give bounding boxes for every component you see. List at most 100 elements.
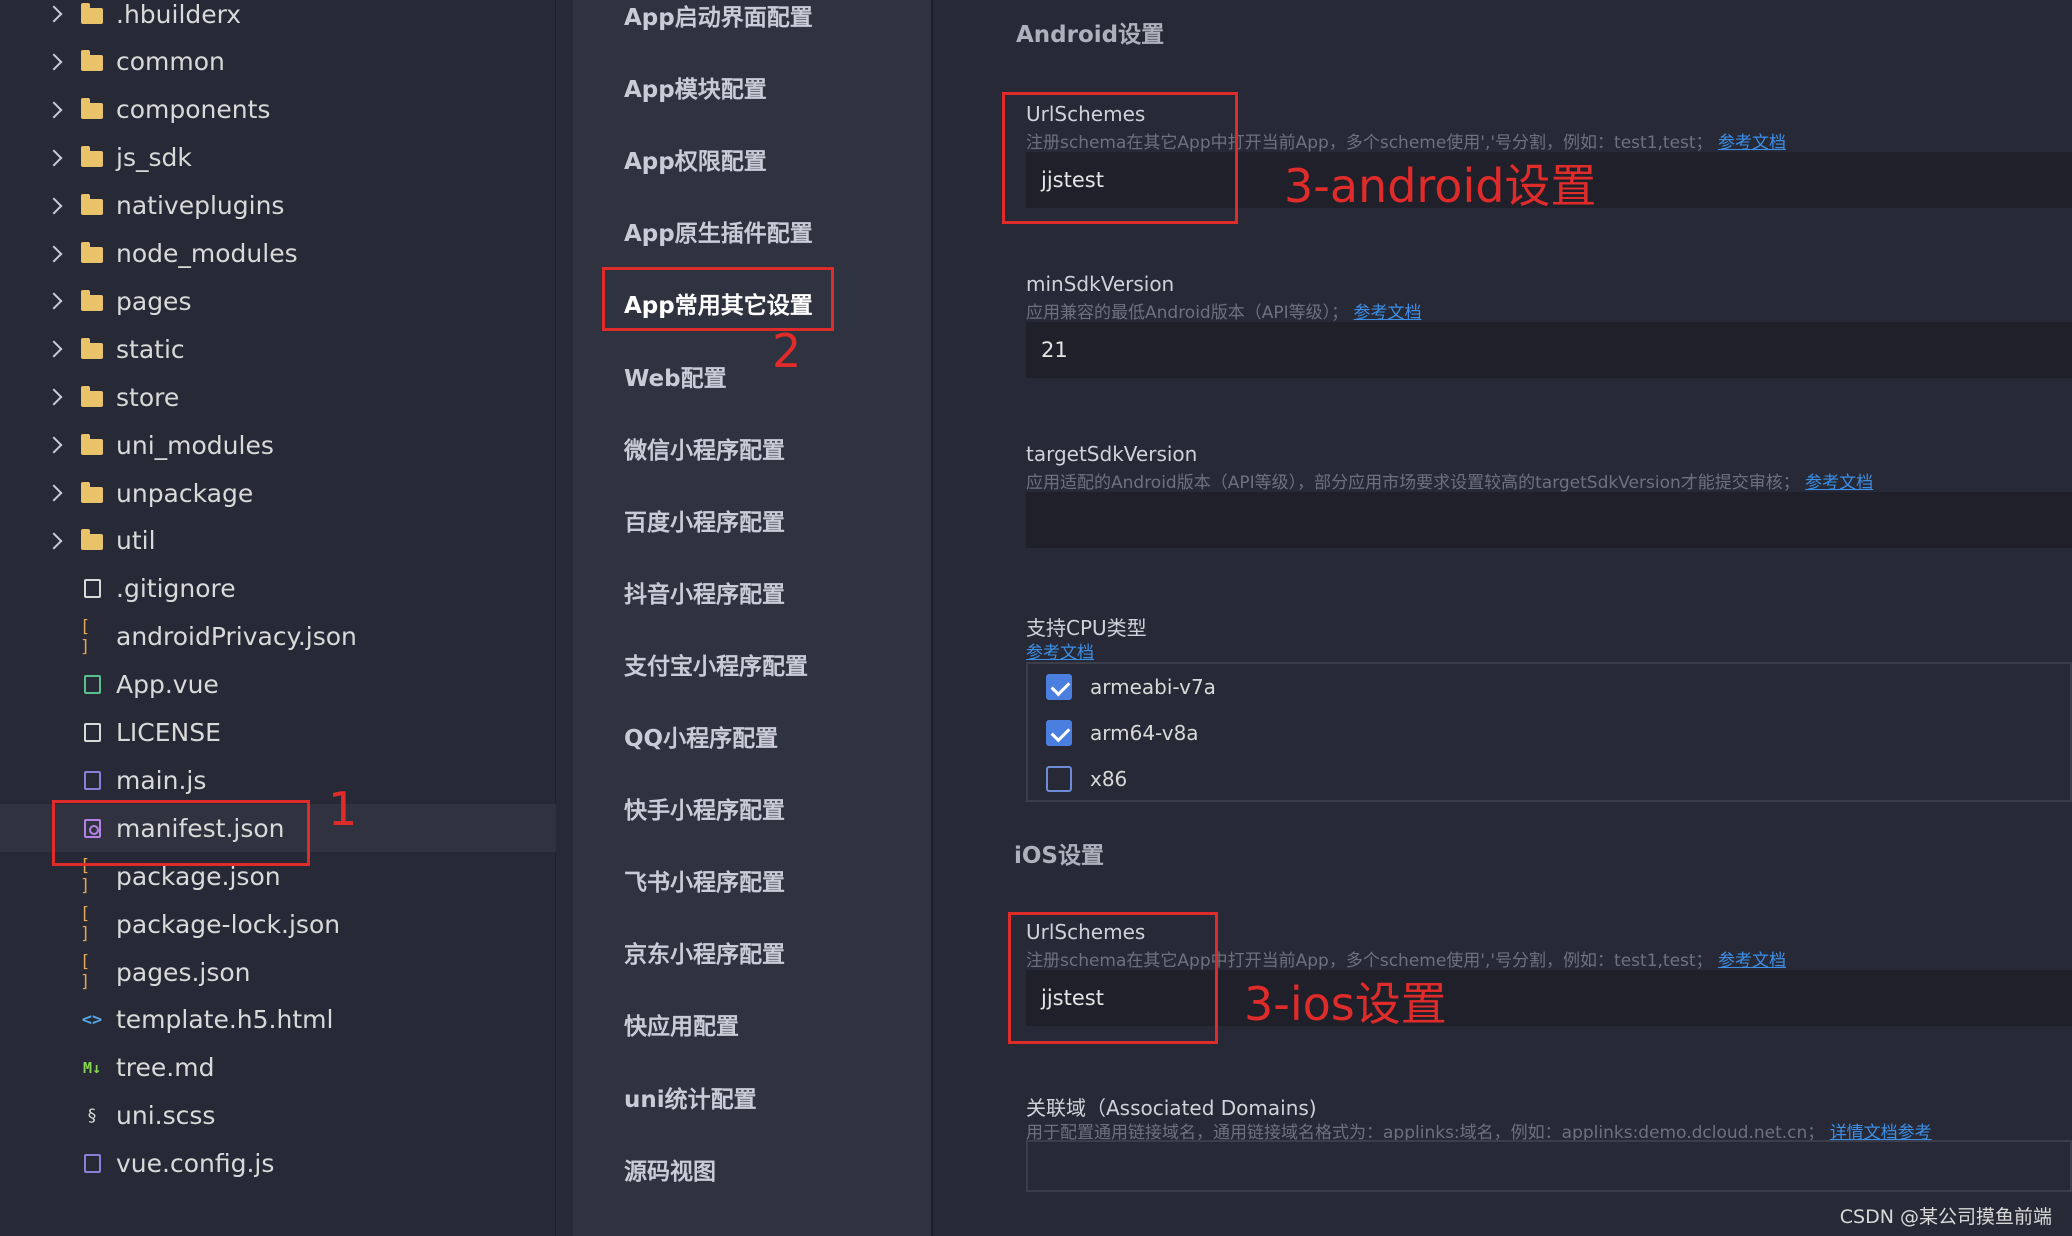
tree-item-label: tree.md xyxy=(116,1053,215,1083)
tree-item[interactable]: LICENSE xyxy=(0,709,556,757)
nav-item[interactable]: 源码视图 xyxy=(624,1152,716,1186)
tree-item[interactable]: M↓ tree.md xyxy=(0,1044,556,1092)
chevron-right-icon[interactable] xyxy=(46,291,66,311)
targetsdk-doc-link[interactable]: 参考文档 xyxy=(1805,473,1873,493)
scss-icon: § xyxy=(86,1105,98,1126)
annotation-box-manifest xyxy=(52,800,310,866)
tree-item-label: androidPrivacy.json xyxy=(116,622,357,652)
ios-section-title: iOS设置 xyxy=(1014,843,1105,869)
tree-item[interactable]: pages xyxy=(0,277,556,325)
tree-item-label: vue.config.js xyxy=(116,1149,275,1179)
chevron-right-icon[interactable] xyxy=(46,52,66,72)
chevron-right-icon[interactable] xyxy=(46,100,66,120)
nav-item[interactable]: 抖音小程序配置 xyxy=(624,575,785,609)
nav-item[interactable]: 微信小程序配置 xyxy=(624,431,785,465)
checkbox-unchecked-icon[interactable] xyxy=(1046,766,1072,792)
cpu-doc-link[interactable]: 参考文档 xyxy=(1026,638,1094,663)
chevron-right-icon[interactable] xyxy=(46,531,66,551)
nav-item[interactable]: 京东小程序配置 xyxy=(624,935,785,969)
tree-item[interactable]: § uni.scss xyxy=(0,1092,556,1140)
chevron-right-icon[interactable] xyxy=(46,4,66,24)
js-file-icon xyxy=(80,1152,104,1176)
folder-icon xyxy=(80,98,104,122)
tree-item[interactable]: .hbuilderx xyxy=(0,0,556,38)
chevron-right-icon[interactable] xyxy=(46,196,66,216)
chevron-right-icon[interactable] xyxy=(46,483,66,503)
tree-item[interactable]: main.js xyxy=(0,756,556,804)
nav-item[interactable]: Web配置 xyxy=(624,359,727,393)
annotation-box-ios-urlschemes xyxy=(1008,912,1218,1044)
tree-item-label: template.h5.html xyxy=(116,1005,334,1035)
js-file-icon xyxy=(80,768,104,792)
nav-item[interactable]: QQ小程序配置 xyxy=(624,719,778,753)
minsdk-label: minSdkVersion xyxy=(1026,272,1175,296)
nav-item[interactable]: App启动界面配置 xyxy=(624,0,813,32)
minsdk-desc-text: 应用兼容的最低Android版本（API等级）； xyxy=(1026,303,1349,323)
cpu-option[interactable]: x86 xyxy=(1046,764,1127,794)
nav-item[interactable]: 快手小程序配置 xyxy=(624,791,785,825)
nav-item[interactable]: 飞书小程序配置 xyxy=(624,863,785,897)
tree-item-label: .gitignore xyxy=(116,574,236,604)
tree-item-label: pages.json xyxy=(116,957,251,987)
chevron-right-icon[interactable] xyxy=(46,339,66,359)
chevron-right-icon[interactable] xyxy=(46,435,66,455)
tree-item[interactable]: components xyxy=(0,86,556,134)
nav-item[interactable]: 快应用配置 xyxy=(624,1007,739,1041)
json-bracket-icon: [ ] xyxy=(80,616,93,657)
folder-icon xyxy=(80,194,104,218)
tree-item[interactable]: static xyxy=(0,325,556,373)
tree-item-label: js_sdk xyxy=(116,143,192,173)
associated-domains-input[interactable] xyxy=(1026,1140,2072,1192)
nav-item[interactable]: 百度小程序配置 xyxy=(624,503,785,537)
targetsdk-input[interactable] xyxy=(1026,492,2072,548)
tree-item-label: package.json xyxy=(116,861,281,891)
folder-icon xyxy=(80,433,104,457)
chevron-right-icon[interactable] xyxy=(46,244,66,264)
android-section-title: Android设置 xyxy=(1016,22,1165,48)
checkbox-checked-icon[interactable] xyxy=(1046,674,1072,700)
nav-item[interactable]: App原生插件配置 xyxy=(624,214,813,248)
nav-item[interactable]: App权限配置 xyxy=(624,142,767,176)
tree-item[interactable]: js_sdk xyxy=(0,134,556,182)
nav-item[interactable]: App常用其它设置 xyxy=(624,286,813,320)
tree-item-label: uni.scss xyxy=(116,1101,216,1131)
cpu-option-label: armeabi-v7a xyxy=(1090,675,1216,699)
ios-urlschemes-doc-link[interactable]: 参考文档 xyxy=(1718,951,1786,971)
annotation-step-3-ios: 3-ios设置 xyxy=(1244,977,1447,1031)
tree-item[interactable]: common xyxy=(0,38,556,86)
tree-item[interactable]: uni_modules xyxy=(0,421,556,469)
tree-item[interactable]: App.vue xyxy=(0,661,556,709)
folder-icon xyxy=(80,242,104,266)
android-urlschemes-doc-link[interactable]: 参考文档 xyxy=(1718,133,1786,153)
tree-item[interactable]: [ ] package-lock.json xyxy=(0,900,556,948)
tree-item[interactable]: [ ] androidPrivacy.json xyxy=(0,613,556,661)
tree-item[interactable]: .gitignore xyxy=(0,565,556,613)
tree-item[interactable]: util xyxy=(0,517,556,565)
chevron-right-icon[interactable] xyxy=(46,387,66,407)
file-icon xyxy=(80,577,104,601)
tree-item[interactable]: [ ] pages.json xyxy=(0,948,556,996)
tree-item-label: util xyxy=(116,526,156,556)
nav-item[interactable]: uni统计配置 xyxy=(624,1080,757,1114)
nav-item[interactable]: App模块配置 xyxy=(624,70,767,104)
minsdk-input[interactable]: 21 xyxy=(1026,322,2072,378)
tree-item[interactable]: nativeplugins xyxy=(0,182,556,230)
tree-item-label: static xyxy=(116,334,185,364)
watermark: CSDN @某公司摸鱼前端 xyxy=(1839,1206,2052,1228)
tree-item[interactable]: vue.config.js xyxy=(0,1140,556,1188)
markdown-icon: M↓ xyxy=(82,1058,102,1077)
minsdk-doc-link[interactable]: 参考文档 xyxy=(1354,303,1422,323)
checkbox-checked-icon[interactable] xyxy=(1046,720,1072,746)
nav-item[interactable]: 支付宝小程序配置 xyxy=(624,647,808,681)
cpu-option[interactable]: arm64-v8a xyxy=(1046,718,1199,748)
chevron-right-icon[interactable] xyxy=(46,148,66,168)
tree-item[interactable]: unpackage xyxy=(0,469,556,517)
tree-item-label: LICENSE xyxy=(116,718,221,747)
tree-item[interactable]: store xyxy=(0,373,556,421)
tree-item[interactable]: <> template.h5.html xyxy=(0,996,556,1044)
tree-item[interactable]: node_modules xyxy=(0,230,556,278)
tree-item-label: store xyxy=(116,382,180,412)
tree-item-label: App.vue xyxy=(116,670,219,700)
cpu-option[interactable]: armeabi-v7a xyxy=(1046,672,1216,702)
vue-file-icon xyxy=(80,673,104,697)
